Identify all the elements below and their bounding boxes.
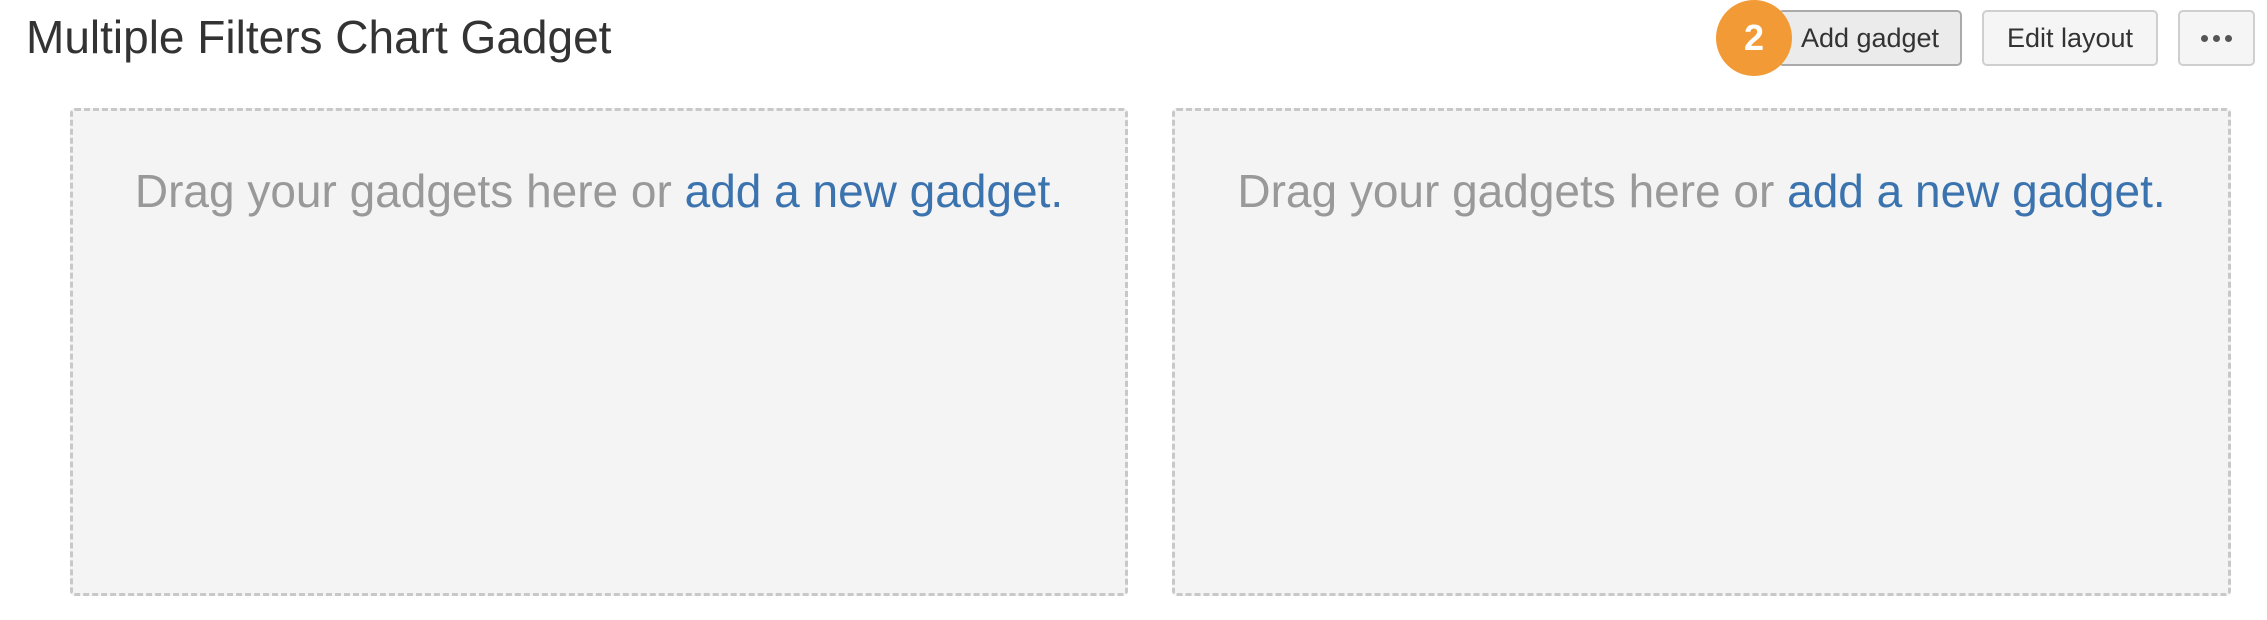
- gadget-drop-zone-left[interactable]: Drag your gadgets here or add a new gadg…: [70, 108, 1128, 596]
- add-gadget-button[interactable]: Add gadget: [1778, 10, 1962, 66]
- drop-zone-text: Drag your gadgets here or: [1237, 165, 1788, 217]
- step-number-badge: 2: [1716, 0, 1792, 76]
- edit-layout-button[interactable]: Edit layout: [1982, 10, 2158, 66]
- drop-zone-message: Drag your gadgets here or add a new gadg…: [1175, 161, 2228, 221]
- more-options-button[interactable]: [2178, 10, 2255, 66]
- gadget-drop-zone-right[interactable]: Drag your gadgets here or add a new gadg…: [1172, 108, 2231, 596]
- more-horizontal-icon: [2201, 34, 2232, 42]
- drop-zone-message: Drag your gadgets here or add a new gadg…: [73, 161, 1125, 221]
- drop-zone-text: Drag your gadgets here or: [134, 165, 685, 217]
- add-new-gadget-link[interactable]: add a new gadget.: [685, 165, 1064, 217]
- page-title: Multiple Filters Chart Gadget: [26, 11, 612, 63]
- add-new-gadget-link[interactable]: add a new gadget.: [1787, 165, 2166, 217]
